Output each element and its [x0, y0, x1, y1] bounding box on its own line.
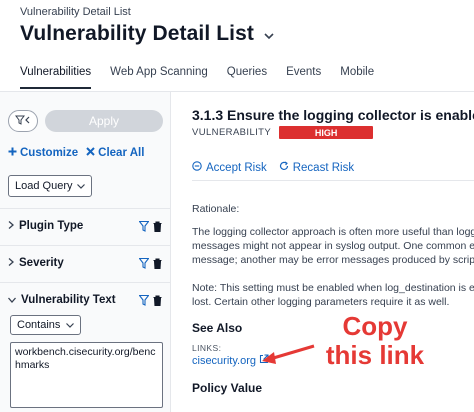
- recast-risk-icon: [279, 161, 289, 174]
- filter-header[interactable]: Severity: [0, 246, 171, 280]
- accept-risk-label: Accept Risk: [206, 161, 267, 174]
- load-query-select[interactable]: Load Query: [8, 175, 93, 197]
- clear-all-button[interactable]: Clear All: [86, 147, 144, 159]
- annotation-callout: Copy this link: [325, 311, 425, 370]
- recast-risk-label: Recast Risk: [292, 161, 355, 174]
- tab-mobile[interactable]: Mobile: [340, 66, 374, 89]
- tab-web-app-scanning[interactable]: Web App Scanning: [110, 66, 208, 89]
- filter-header[interactable]: Plugin Type: [0, 209, 171, 243]
- filter-header[interactable]: Vulnerability Text: [0, 283, 171, 317]
- operator-select[interactable]: Contains: [10, 315, 82, 335]
- tab-events[interactable]: Events: [286, 66, 321, 89]
- filter-panel: Apply Customize Clear All Load Query Plu…: [0, 92, 171, 412]
- rationale-line: message; another may be error messages p…: [192, 254, 474, 266]
- clear-all-label: Clear All: [98, 147, 145, 159]
- rationale-line: messages might not appear in syslog outp…: [192, 240, 474, 252]
- tab-bar: Vulnerabilities Web App Scanning Queries…: [20, 66, 374, 89]
- panel-actions: Customize Clear All: [8, 147, 144, 159]
- chevron-down-icon: [66, 319, 75, 331]
- close-icon: [86, 147, 95, 159]
- trash-icon[interactable]: [153, 294, 163, 306]
- operator-value: Contains: [17, 319, 61, 331]
- note-line: Note: This setting must be enabled when …: [192, 282, 474, 294]
- chevron-right-icon: [8, 220, 14, 232]
- chevron-right-icon: [8, 257, 14, 269]
- funnel-icon[interactable]: [138, 220, 150, 232]
- detail-title: 3.1.3 Ensure the logging collector is en…: [192, 107, 474, 123]
- type-row: VULNERABILITY HIGH: [192, 126, 374, 139]
- filter-label: Vulnerability Text: [21, 294, 116, 306]
- filter-section-severity: Severity: [0, 245, 171, 280]
- severity-badge: HIGH: [279, 126, 374, 139]
- customize-label: Customize: [20, 147, 79, 159]
- annotation-arrow-icon: [262, 344, 315, 364]
- accept-risk-icon: [192, 161, 202, 174]
- tab-vulnerabilities[interactable]: Vulnerabilities: [20, 66, 92, 89]
- apply-button[interactable]: Apply: [45, 110, 163, 132]
- links-label: LINKS:: [192, 343, 222, 353]
- detail-divider: [192, 180, 474, 181]
- chevron-down-icon[interactable]: [264, 28, 274, 43]
- trash-icon[interactable]: [153, 220, 163, 232]
- type-label: VULNERABILITY: [192, 127, 272, 138]
- see-also-heading: See Also: [192, 321, 243, 335]
- filter-section-plugin-type: Plugin Type: [0, 208, 171, 243]
- risk-actions: Accept Risk Recast Risk: [192, 161, 354, 174]
- title-row: Vulnerability Detail List: [20, 22, 274, 46]
- note-line: lost. Certain other logging parameters r…: [192, 296, 450, 308]
- filter-section-vulnerability-text: Vulnerability Text: [0, 282, 171, 317]
- load-query-label: Load Query: [15, 180, 73, 192]
- link-text: cisecurity.org: [192, 354, 256, 367]
- filter-label: Severity: [19, 257, 64, 269]
- plus-icon: [8, 147, 17, 159]
- recast-risk-button[interactable]: Recast Risk: [279, 161, 354, 174]
- page-title: Vulnerability Detail List: [20, 22, 254, 45]
- funnel-icon[interactable]: [138, 257, 150, 269]
- tab-queries[interactable]: Queries: [227, 66, 267, 89]
- accept-risk-button[interactable]: Accept Risk: [192, 161, 267, 174]
- chevron-down-icon: [77, 180, 86, 192]
- funnel-icon[interactable]: [138, 294, 150, 306]
- breadcrumb: Vulnerability Detail List: [20, 6, 131, 18]
- filter-label: Plugin Type: [19, 220, 84, 232]
- policy-value-heading: Policy Value: [192, 381, 263, 395]
- filter-collapse-icon: [15, 115, 31, 128]
- rationale-line: The logging collector approach is often …: [192, 226, 474, 238]
- filter-text-input[interactable]: workbench.cisecurity.org/benchmarks: [10, 342, 163, 408]
- customize-button[interactable]: Customize: [8, 147, 78, 159]
- filter-collapse-button[interactable]: [8, 110, 38, 132]
- chevron-down-icon: [8, 295, 16, 306]
- trash-icon[interactable]: [153, 257, 163, 269]
- rationale-label: Rationale:: [192, 203, 240, 215]
